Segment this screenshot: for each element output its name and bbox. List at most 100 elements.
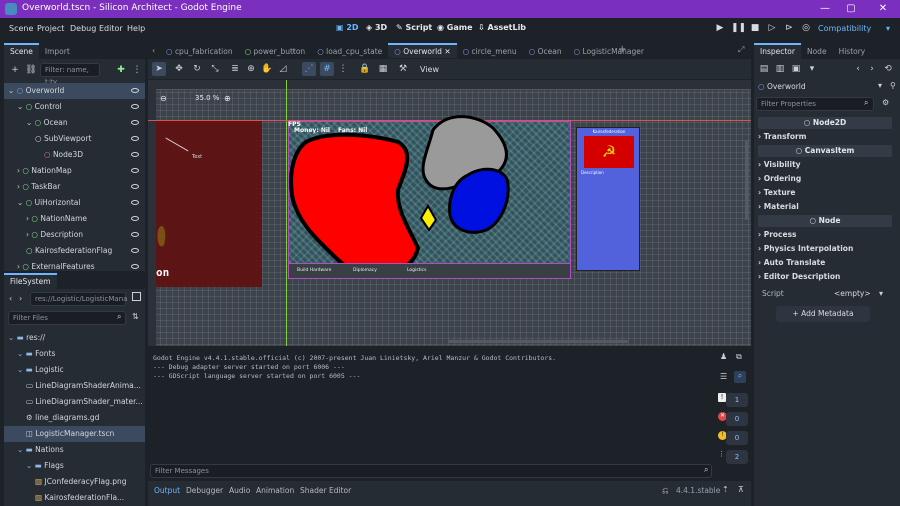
movie-maker-icon[interactable]: ◎: [799, 23, 813, 37]
warning-count[interactable]: 0: [726, 431, 748, 445]
tab-filesystem[interactable]: FileSystem: [4, 273, 57, 289]
visibility-icon[interactable]: [131, 248, 139, 253]
visibility-icon[interactable]: [131, 88, 139, 93]
workspace-3d[interactable]: ◈ 3D: [366, 23, 387, 32]
visibility-icon[interactable]: [131, 120, 139, 125]
selected-node-field[interactable]: ○ Overworld: [758, 80, 878, 94]
vertical-scrollbar[interactable]: [745, 140, 748, 220]
workspace-2d[interactable]: ▣ 2D: [336, 23, 359, 32]
save-resource-icon[interactable]: ▣: [789, 62, 803, 76]
script-dropdown-icon[interactable]: ▾: [879, 289, 883, 298]
visibility-icon[interactable]: [131, 232, 139, 237]
menu-help[interactable]: Help: [127, 24, 145, 33]
menu-debug[interactable]: Debug: [70, 24, 96, 33]
tab-build-hardware[interactable]: Build Hardware: [297, 268, 331, 273]
scene-tree-row[interactable]: ⌄ ○ Overworld: [4, 83, 145, 99]
wrap-icon[interactable]: ☰: [720, 372, 727, 381]
file-tree-row[interactable]: ▨ JConfederacyFlag.png: [4, 474, 145, 490]
scene-tab[interactable]: ○ power_button: [239, 44, 312, 59]
pin-panel-icon[interactable]: ⇡: [722, 485, 729, 494]
file-tree-row[interactable]: ▭ LineDiagramShader_mater...: [4, 394, 145, 410]
snap-options-icon[interactable]: ⋮: [336, 62, 350, 76]
scene-tree-row[interactable]: › ○ NationName: [4, 211, 145, 227]
expand-arrow-icon[interactable]: ⌄: [17, 102, 26, 111]
stop-icon[interactable]: ■: [748, 23, 762, 37]
editor-message-icon[interactable]: ⋮: [718, 450, 725, 458]
split-mode-icon[interactable]: [132, 292, 141, 301]
tab-node[interactable]: Node: [801, 44, 833, 60]
horizontal-scrollbar[interactable]: [448, 340, 628, 343]
file-tree-row[interactable]: ⌄ ▬ res://: [4, 330, 145, 346]
scene-tree-row[interactable]: ⌄ ○ Control: [4, 99, 145, 115]
tab-logistics[interactable]: Logistics: [407, 268, 426, 273]
visibility-icon[interactable]: [131, 168, 139, 173]
visibility-icon[interactable]: [131, 264, 139, 269]
message-icon[interactable]: !: [718, 393, 726, 402]
attach-script-icon[interactable]: ✚: [114, 63, 128, 77]
tab-inspector[interactable]: Inspector: [754, 43, 801, 59]
play-custom-icon[interactable]: ⊳: [782, 23, 796, 37]
play-scene-icon[interactable]: ▷: [765, 23, 779, 37]
expand-arrow-icon[interactable]: ⌄: [17, 198, 26, 207]
tab-history[interactable]: History: [833, 44, 872, 60]
file-tree-row[interactable]: ◫ LogisticManager.tscn: [4, 426, 145, 442]
inspector-section[interactable]: › Process: [758, 229, 892, 241]
editor-message-count[interactable]: 2: [726, 450, 748, 464]
script-value[interactable]: <empty>: [834, 289, 871, 298]
scene-filter-input[interactable]: Filter: name, t:ty: [40, 63, 100, 86]
move-tool-icon[interactable]: ✥: [172, 62, 186, 76]
menu-project[interactable]: Project: [37, 24, 64, 33]
visibility-icon[interactable]: [131, 152, 139, 157]
tab-animation[interactable]: Animation: [256, 486, 294, 495]
visibility-icon[interactable]: [131, 104, 139, 109]
inspector-section[interactable]: › Visibility: [758, 159, 892, 171]
list-select-icon[interactable]: ≣: [228, 62, 242, 76]
scene-tree-row[interactable]: ⌄ ○ UiHorizontal: [4, 195, 145, 211]
ruler-icon[interactable]: ◿: [276, 62, 290, 76]
node-menu-chevron-icon[interactable]: ▾: [878, 81, 882, 90]
file-tree-row[interactable]: ⌄ ▬ Flags: [4, 458, 145, 474]
inspector-section[interactable]: › Auto Translate: [758, 257, 892, 269]
inspector-section[interactable]: › Transform: [758, 131, 892, 143]
expand-arrow-icon[interactable]: ⌄: [8, 86, 17, 95]
filter-properties-input[interactable]: Filter Properties: [756, 97, 874, 111]
scene-tab[interactable]: ○ cpu_fabrication: [160, 44, 239, 59]
inspector-category[interactable]: ○ CanvasItem: [758, 145, 892, 157]
tab-diplomacy[interactable]: Diplomacy: [353, 268, 377, 273]
history-icon[interactable]: ⎌: [662, 486, 668, 496]
inspector-section[interactable]: › Texture: [758, 187, 892, 199]
menu-scene[interactable]: Scene: [9, 24, 33, 33]
scene-tree-row[interactable]: ○ SubViewport: [4, 131, 145, 147]
workspace-game[interactable]: ◉ Game: [437, 23, 473, 32]
pan-tool-icon[interactable]: ✋: [260, 62, 274, 76]
tab-shader-editor[interactable]: Shader Editor: [300, 486, 351, 495]
viewport-2d[interactable]: ⊖ 35.0 % ⊕ on Text FPS Money: Nil Fans: …: [148, 80, 751, 346]
new-resource-icon[interactable]: ▤: [757, 62, 771, 76]
property-settings-icon[interactable]: ⚙: [882, 98, 889, 107]
new-tab-icon[interactable]: +: [618, 44, 626, 55]
smart-snap-icon[interactable]: ⋰: [302, 62, 316, 76]
inspector-section[interactable]: › Material: [758, 201, 892, 213]
tab-audio[interactable]: Audio: [229, 486, 250, 495]
minimize-button[interactable]: —: [814, 1, 836, 17]
scale-tool-icon[interactable]: ⤡: [208, 62, 222, 76]
scene-tree-row[interactable]: › ○ TaskBar: [4, 179, 145, 195]
menu-editor[interactable]: Editor: [99, 24, 123, 33]
rotate-tool-icon[interactable]: ↻: [190, 62, 204, 76]
scene-tree-row[interactable]: › ○ Description: [4, 227, 145, 243]
node-script-icon[interactable]: ⚲: [890, 81, 896, 90]
search-toggle-icon[interactable]: ⌕: [734, 371, 746, 383]
inspector-category[interactable]: ○ Node2D: [758, 117, 892, 129]
scene-tree-row[interactable]: ○ Node3D: [4, 147, 145, 163]
object-history-icon[interactable]: ⟲: [881, 62, 895, 76]
expand-panel-icon[interactable]: ⊼: [738, 485, 744, 494]
file-tree-row[interactable]: ⚙ line_diagrams.gd: [4, 410, 145, 426]
file-tree-row[interactable]: ⌄ ▬ Fonts: [4, 346, 145, 362]
link-icon[interactable]: ⛓: [24, 63, 38, 77]
filter-files-input[interactable]: Filter Files: [8, 311, 126, 325]
close-button[interactable]: ✕: [872, 1, 894, 17]
scene-tree-row[interactable]: ○ KairosfederationFlag: [4, 243, 145, 259]
file-tree-row[interactable]: ▭ LineDiagramShaderAnima...: [4, 378, 145, 394]
sort-icon[interactable]: ⇅: [132, 312, 139, 321]
workspace-assetlib[interactable]: ⇩ AssetLib: [478, 23, 526, 32]
